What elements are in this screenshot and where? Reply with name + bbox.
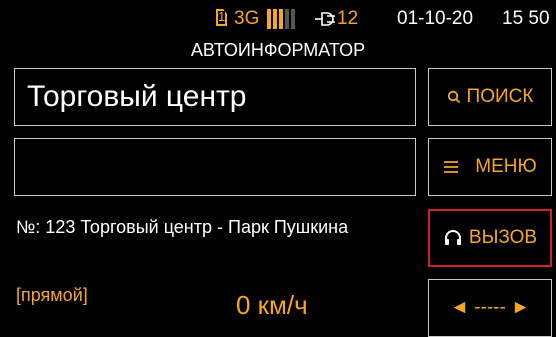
stop-navigation-label: ◄ ----- ► (450, 297, 530, 318)
secondary-info-display (14, 138, 416, 196)
current-stop-display: Торговый центр (14, 68, 416, 126)
network-type: 3G (234, 8, 260, 29)
search-icon (447, 90, 460, 104)
call-button-label: ВЫЗОВ (468, 227, 538, 248)
status-date: 01-10-20 (397, 8, 474, 29)
route-info-line: №: 123 Торговый центр - Парк Пушкина (16, 217, 349, 237)
headset-icon (444, 230, 461, 245)
direction-label: [прямой] (16, 285, 88, 305)
power-plug-icon (315, 12, 335, 26)
stop-navigation-button[interactable]: ◄ ----- ► (428, 279, 552, 337)
autoinformer-screen: 1 3G 12 01-10-20 15 50 АВТОИНФОРМАТОР То… (0, 0, 556, 337)
status-bar: 1 3G 12 01-10-20 15 50 (0, 0, 556, 36)
search-button[interactable]: ПОИСК (428, 68, 552, 126)
sim-card-icon: 1 (216, 9, 227, 26)
search-button-label: ПОИСК (466, 86, 534, 107)
call-button[interactable]: ВЫЗОВ (428, 209, 552, 267)
signal-strength-icon (267, 9, 297, 29)
hamburger-menu-icon (444, 161, 459, 173)
status-time: 15 50 (502, 8, 550, 29)
speed-readout: 0 км/ч (236, 290, 308, 320)
battery-level: 12 (337, 8, 359, 29)
page-title: АВТОИНФОРМАТОР (190, 40, 366, 60)
menu-button[interactable]: МЕНЮ (428, 138, 552, 196)
current-stop-text: Торговый центр (27, 80, 247, 113)
menu-button-label: МЕНЮ (475, 156, 537, 177)
